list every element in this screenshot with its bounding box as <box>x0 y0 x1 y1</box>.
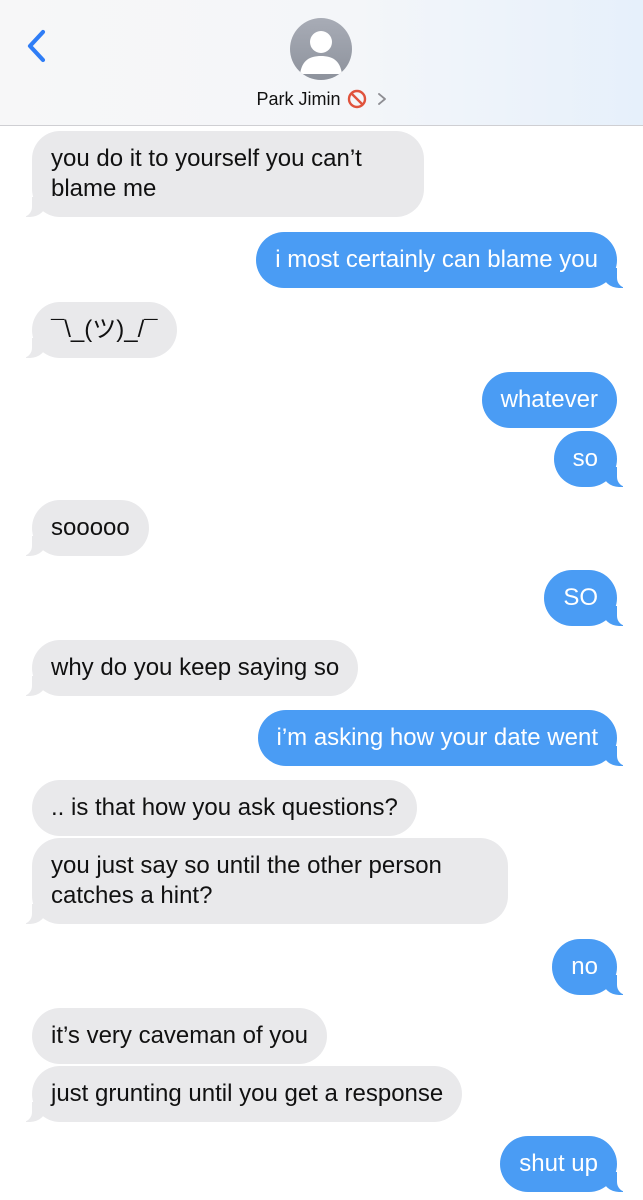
contact-name: Park Jimin <box>256 88 341 109</box>
message-text: sooooo <box>51 514 130 541</box>
message-bubble-outgoing[interactable]: whatever <box>481 372 617 428</box>
message-text: just grunting until you get a response <box>51 1080 444 1107</box>
message-bubble-incoming[interactable]: ¯\_(ツ)_/¯ <box>22 302 177 358</box>
message-text: SO <box>563 584 598 611</box>
message-bubble-outgoing[interactable]: i most certainly can blame you <box>256 232 627 288</box>
message-text: .. is that how you ask questions? <box>51 794 398 821</box>
back-button[interactable] <box>22 26 52 66</box>
message-text: you just say so until the other person c… <box>51 852 442 909</box>
message-text: so <box>572 445 598 472</box>
message-text: no <box>571 953 598 980</box>
message-bubble-incoming[interactable]: just grunting until you get a response <box>21 1066 463 1122</box>
message-bubble-outgoing[interactable]: no <box>552 939 627 995</box>
message-bubble-outgoing[interactable]: so <box>553 431 628 487</box>
chevron-left-icon <box>27 29 46 63</box>
avatar[interactable] <box>290 18 352 80</box>
message-text: ¯\_(ツ)_/¯ <box>51 316 158 343</box>
message-text: why do you keep saying so <box>51 654 340 681</box>
message-bubble-incoming[interactable]: .. is that how you ask questions? <box>32 780 417 836</box>
message-bubble-incoming[interactable]: why do you keep saying so <box>21 640 359 696</box>
conversation-header: Park Jimin <box>0 0 643 126</box>
message-bubble-outgoing[interactable]: shut up <box>500 1136 627 1192</box>
message-text: i’m asking how your date went <box>276 724 599 751</box>
message-bubble-outgoing[interactable]: i’m asking how your date went <box>257 710 627 766</box>
message-bubble-incoming[interactable]: you do it to yourself you can’t blame me <box>22 131 424 217</box>
no-entry-icon <box>347 89 366 109</box>
message-bubble-incoming[interactable]: you just say so until the other person c… <box>22 838 508 924</box>
message-bubble-incoming[interactable]: it’s very caveman of you <box>32 1008 328 1064</box>
message-bubble-incoming[interactable]: sooooo <box>22 500 149 556</box>
message-text: you do it to yourself you can’t blame me <box>51 145 362 202</box>
contact-details-button[interactable]: Park Jimin <box>0 86 643 112</box>
chevron-right-icon <box>377 93 386 105</box>
message-text: whatever <box>500 386 598 413</box>
message-text: shut up <box>519 1150 598 1177</box>
message-bubble-outgoing[interactable]: SO <box>544 570 627 626</box>
message-text: it’s very caveman of you <box>51 1022 309 1049</box>
person-placeholder-icon <box>300 31 342 74</box>
message-text: i most certainly can blame you <box>275 246 598 273</box>
